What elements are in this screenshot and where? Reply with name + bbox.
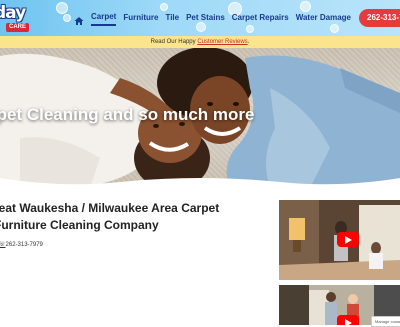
decorative-bubble (56, 2, 68, 14)
video-thumbnail[interactable] (279, 200, 400, 280)
nav-item-pet-stains[interactable]: Pet Stains (186, 10, 225, 26)
call-phone-button[interactable]: 262-313-7 (359, 9, 400, 27)
nav-item-water-damage[interactable]: Water Damage (296, 10, 351, 26)
decorative-bubble (63, 14, 71, 22)
decorative-bubble (246, 25, 254, 33)
logo-tagline: CARE (6, 23, 30, 32)
youtube-play-icon[interactable] (337, 315, 359, 325)
customer-reviews-link[interactable]: Customer Reviews (197, 39, 247, 45)
logo-wordmark: day (0, 3, 26, 23)
review-banner-text: Read Our Happy (150, 39, 198, 45)
main-nav: Carpet Furniture Tile Pet Stains Carpet … (74, 10, 358, 26)
site-logo[interactable]: day CARE (0, 3, 44, 32)
review-banner: Read Our Happy Customer Reviews. (0, 36, 400, 48)
youtube-play-icon[interactable] (337, 232, 359, 247)
review-banner-suffix: . (247, 39, 250, 45)
contact-phone[interactable]: ☏262-313-7979 (0, 241, 43, 248)
hero-banner: rpet Cleaning and so much more (0, 48, 400, 188)
contact-phone-number: 262-313-7979 (5, 242, 43, 248)
nav-item-carpet-repairs[interactable]: Carpet Repairs (232, 10, 289, 26)
nav-item-tile[interactable]: Tile (165, 10, 179, 26)
site-header: day CARE Carpet Furniture Tile Pet Stain… (0, 0, 400, 36)
home-icon[interactable] (74, 13, 84, 25)
nav-item-furniture[interactable]: Furniture (123, 10, 158, 26)
page-heading: reat Waukesha / Milwaukee Area Carpet Fu… (0, 201, 220, 232)
nav-item-carpet[interactable]: Carpet (91, 10, 117, 26)
hero-title: rpet Cleaning and so much more (0, 105, 255, 124)
manage-consent-button[interactable]: Manage consent (371, 316, 400, 327)
